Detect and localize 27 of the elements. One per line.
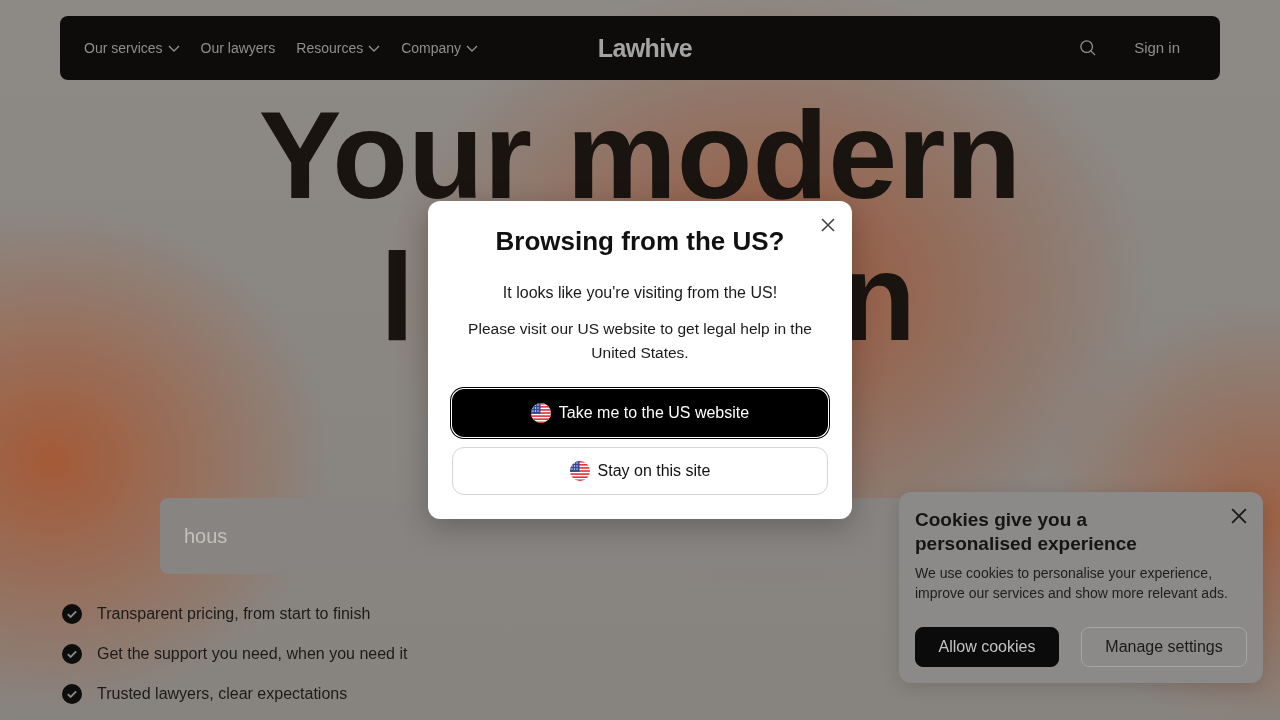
us-flag-icon xyxy=(569,461,590,481)
nav-menu-item[interactable]: Resources xyxy=(296,38,381,58)
feature-text: Transparent pricing, from start to finish xyxy=(97,604,371,624)
nav-menu-item[interactable]: Our services xyxy=(84,38,180,58)
close-button[interactable] xyxy=(1229,506,1249,526)
check-circle-icon xyxy=(62,604,82,624)
dialog-button[interactable]: Stay on this site xyxy=(452,447,828,495)
search-icon[interactable] xyxy=(1080,40,1097,56)
us-flag-icon xyxy=(530,403,551,423)
feature-text: Get the support you need, when you need it xyxy=(97,644,408,664)
feature-text: Trusted lawyers, clear expectations xyxy=(97,684,348,704)
cookie-button[interactable]: Manage settings xyxy=(1081,627,1247,667)
dialog-message: It looks like you're visiting from the US! xyxy=(502,283,778,303)
cookie-title: Cookies give you a personalised experience xyxy=(915,508,1138,556)
sign-in-link[interactable]: Sign in xyxy=(1134,36,1180,60)
hero-heading: Your modern xyxy=(258,92,1022,218)
hero-heading-fragment: l xyxy=(380,234,415,360)
cookie-body: We use cookies to personalise your experience, improve our services and show more relevant ads. xyxy=(915,564,1229,603)
dialog-button[interactable]: Take me to the US website xyxy=(452,389,828,437)
cookie-button[interactable]: Allow cookies xyxy=(915,627,1059,667)
check-circle-icon xyxy=(62,684,82,704)
dialog-detail: Please visit our US website to get legal help in the United States. xyxy=(467,319,813,363)
nav-menu-item[interactable]: Our lawyers xyxy=(200,38,276,58)
check-circle-icon xyxy=(62,644,82,664)
site-logo[interactable]: Lawhive xyxy=(597,35,693,61)
dialog-title: Browsing from the US? xyxy=(495,225,785,257)
nav-menu-item[interactable]: Company xyxy=(401,38,479,58)
